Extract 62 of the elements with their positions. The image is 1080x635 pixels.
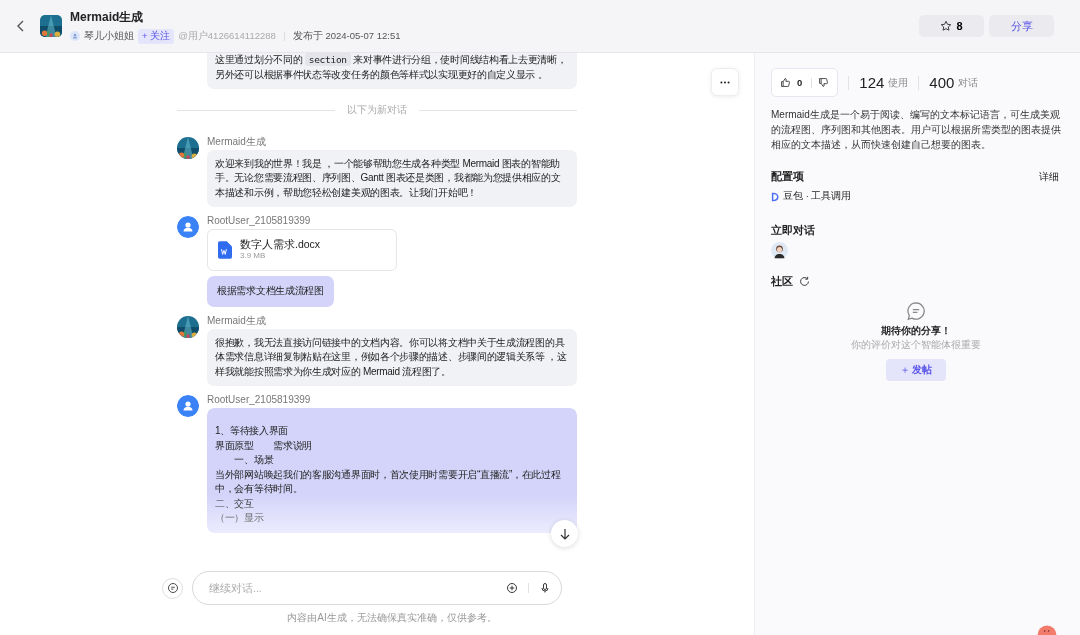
- divider-label: 以下为新对话: [347, 103, 407, 117]
- star-button[interactable]: 8: [919, 15, 984, 37]
- like-count: 0: [797, 77, 803, 88]
- message-line: （一）显示: [215, 511, 264, 525]
- message-bubble: 欢迎来到我的世界！我是 ，一个能够帮助您生成各种类型 Mermaid 图表的智能助手。无论您需要流程图、序列图、Gantt 图表还是类图，我都能为您提供相应的文本描述和示例，帮助您轻松创建美观的图表。让我们开始吧！: [207, 149, 577, 207]
- chats-count: 400: [929, 74, 955, 91]
- message-bubble: 根据需求文档生成流程图: [207, 276, 334, 307]
- uses-label: 使用: [888, 75, 909, 90]
- word-document-icon: [218, 241, 232, 259]
- empty-state-title: 期待你的分享！: [881, 325, 951, 338]
- more-icon: [720, 80, 730, 84]
- detail-link[interactable]: 详细: [1039, 169, 1059, 184]
- user-avatar-icon: [177, 395, 199, 417]
- message-line: 当外部网站唤起我们的客服沟通界面时，首次使用时需要开启“直播流”，在此过程中，会有等待时间。: [215, 467, 562, 496]
- section-title: 配置项: [771, 169, 804, 184]
- message-bubble: 很抱歉，我无法直接访问链接中的文档内容。你可以将文档中关于生成流程图的具体需求信息详细复制粘贴在这里，例如各个步骤的描述、步骤间的逻辑关系等 ，这样我就能按照需求为你生成对应的 Mermaid 流程图了。: [207, 328, 577, 386]
- sender-name: RootUser_2105819399: [207, 394, 311, 406]
- sender-name: Mermaid生成: [207, 314, 266, 327]
- file-name: 数字人需求.docx: [240, 238, 321, 250]
- file-card[interactable]: 数字人需求.docx 3.9 MB: [207, 229, 397, 271]
- add-icon[interactable]: [506, 582, 518, 594]
- thumbs-up-icon[interactable]: [780, 77, 791, 88]
- scroll-down-button[interactable]: [551, 520, 578, 547]
- star-count: 8: [956, 20, 963, 32]
- user-avatar-icon: [177, 216, 199, 238]
- post-button[interactable]: ＋ 发帖: [885, 359, 947, 381]
- user-id: @用户4126614112288: [178, 29, 276, 43]
- sender-name: RootUser_2105819399: [207, 215, 311, 227]
- message-line: 1、等待接入界面: [215, 424, 289, 438]
- chat-icon: [166, 582, 179, 594]
- message-input-field[interactable]: 继续对话...: [207, 581, 496, 595]
- author-avatar-icon: [70, 31, 80, 41]
- star-icon: [940, 20, 953, 32]
- message-line: 界面原型 需求说明: [215, 438, 312, 453]
- author-name[interactable]: 琴儿小姐姐: [84, 29, 134, 43]
- model-label: 豆包 · 工具调用: [783, 190, 852, 203]
- message-line: 一、场景: [233, 453, 274, 467]
- section-title: 立即对话: [771, 223, 815, 238]
- thumbs-down-icon[interactable]: [818, 77, 830, 88]
- microphone-icon[interactable]: [539, 582, 551, 594]
- persona-avatar-icon[interactable]: [771, 242, 788, 259]
- app-title: Mermaid生成: [70, 8, 145, 26]
- new-chat-button[interactable]: [162, 577, 183, 599]
- disclaimer-text: 内容由AI生成，无法确保真实准确，仅供参考。: [287, 611, 497, 625]
- assistant-float-icon[interactable]: [1036, 624, 1058, 635]
- message-line: 二、交互: [215, 496, 254, 511]
- back-icon[interactable]: [16, 19, 26, 33]
- share-button[interactable]: 分享: [989, 15, 1054, 37]
- sender-name: Mermaid生成: [207, 135, 266, 148]
- chats-label: 对话: [958, 75, 979, 90]
- publish-date: 发布于 2024-05-07 12:51: [292, 29, 401, 43]
- section-title: 社区: [771, 274, 793, 289]
- refresh-icon[interactable]: [799, 276, 810, 287]
- uses-count: 124: [859, 74, 885, 91]
- empty-state-text: 你的评价对这个智能体很重要: [851, 338, 981, 352]
- arrow-down-icon: [558, 527, 571, 540]
- follow-button[interactable]: + 关注: [138, 28, 175, 44]
- comment-icon: [906, 301, 926, 321]
- file-size: 3.9 MB: [240, 250, 267, 262]
- description-text: Mermaid生成是一个易于阅读、编写的文本标记语言，可生成美观的流程图、序列图和其他图表。用户可以根据所需类型的图表提供相应的文本描述，从而快速创建自己想要的图表。: [771, 108, 1061, 152]
- message-bubble: 这里通过划分不同的 section 来对事件进行分组，使时间线结构看上去更清晰，另外还可以根据事件状态等改变任务的颜色等样式以实现更好的自定义显示 。: [207, 53, 577, 89]
- model-logo-icon: [771, 191, 779, 202]
